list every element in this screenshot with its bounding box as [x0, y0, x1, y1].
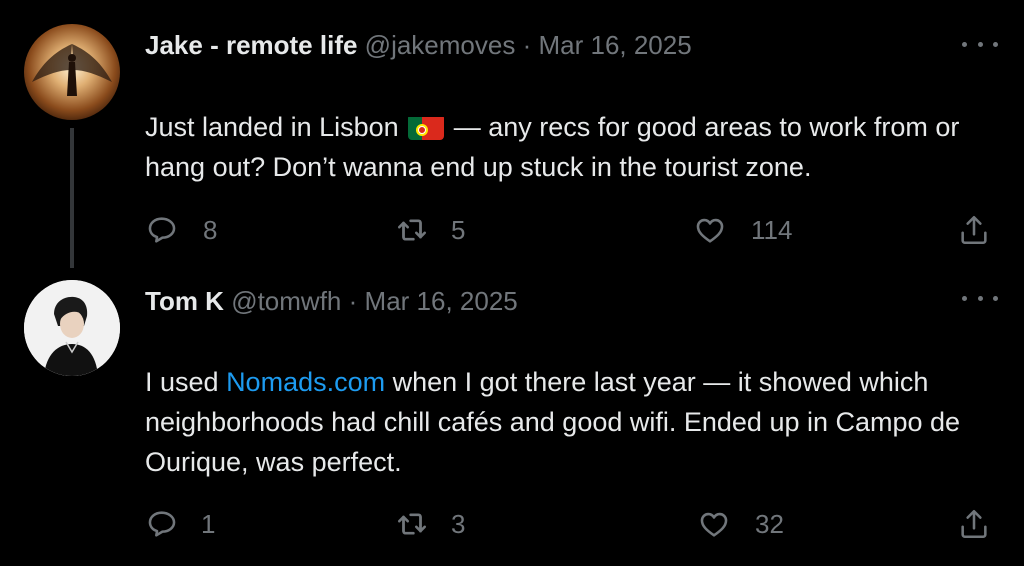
separator: · [522, 30, 532, 60]
retweet-icon [397, 219, 427, 241]
share-button[interactable] [957, 504, 991, 544]
portugal-flag-icon [408, 114, 445, 140]
tweet-actions: 1 3 32 [145, 504, 1005, 544]
tweet-text: I used Nomads.com when I got there last … [145, 362, 1005, 482]
like-button[interactable]: 32 [697, 504, 784, 544]
display-name[interactable]: Jake - remote life [145, 30, 357, 60]
timestamp[interactable]: Mar 16, 2025 [538, 30, 691, 60]
separator: · [348, 286, 358, 316]
thread-line [70, 128, 74, 268]
share-button[interactable] [957, 210, 991, 250]
handle[interactable]: @jakemoves [365, 30, 516, 60]
like-count: 32 [755, 508, 784, 539]
tweet-text-part: Just landed in Lisbon [145, 112, 399, 142]
reply-count: 8 [203, 214, 218, 245]
reply-icon [148, 217, 176, 243]
like-icon [696, 218, 724, 243]
tweet-actions: 8 5 114 [145, 210, 1005, 250]
reply-icon [148, 511, 176, 537]
avatar-tom[interactable] [24, 280, 120, 376]
share-icon [961, 509, 987, 539]
display-name[interactable]: Tom K [145, 286, 224, 316]
like-icon [700, 512, 728, 537]
reply-button[interactable]: 8 [145, 210, 217, 250]
tweet-text: Just landed in Lisbon — any recs for goo… [145, 107, 1005, 187]
retweet-icon [397, 513, 427, 535]
more-icon[interactable] [962, 38, 998, 50]
retweet-button[interactable]: 3 [395, 504, 465, 544]
retweet-button[interactable]: 5 [395, 210, 465, 250]
tweet-header: Jake - remote life @jakemoves · Mar 16, … [145, 30, 692, 61]
tweet-text-part: I used [145, 367, 227, 397]
like-count: 114 [751, 214, 793, 245]
retweet-count: 5 [451, 214, 466, 245]
handle[interactable]: @tomwfh [231, 286, 341, 316]
timestamp[interactable]: Mar 16, 2025 [365, 286, 518, 316]
reply-button[interactable]: 1 [145, 504, 215, 544]
share-icon [961, 215, 987, 245]
tweet-1[interactable]: Jake - remote life @jakemoves · Mar 16, … [0, 0, 1024, 280]
retweet-count: 3 [451, 508, 466, 539]
tweet-header: Tom K @tomwfh · Mar 16, 2025 [145, 286, 518, 317]
reply-count: 1 [201, 508, 216, 539]
more-icon[interactable] [962, 292, 998, 304]
like-button[interactable]: 114 [693, 210, 792, 250]
nomads-link[interactable]: Nomads.com [226, 367, 385, 397]
avatar-jake[interactable] [24, 24, 120, 120]
tweet-2[interactable]: Tom K @tomwfh · Mar 16, 2025 I used Noma… [0, 280, 1024, 566]
